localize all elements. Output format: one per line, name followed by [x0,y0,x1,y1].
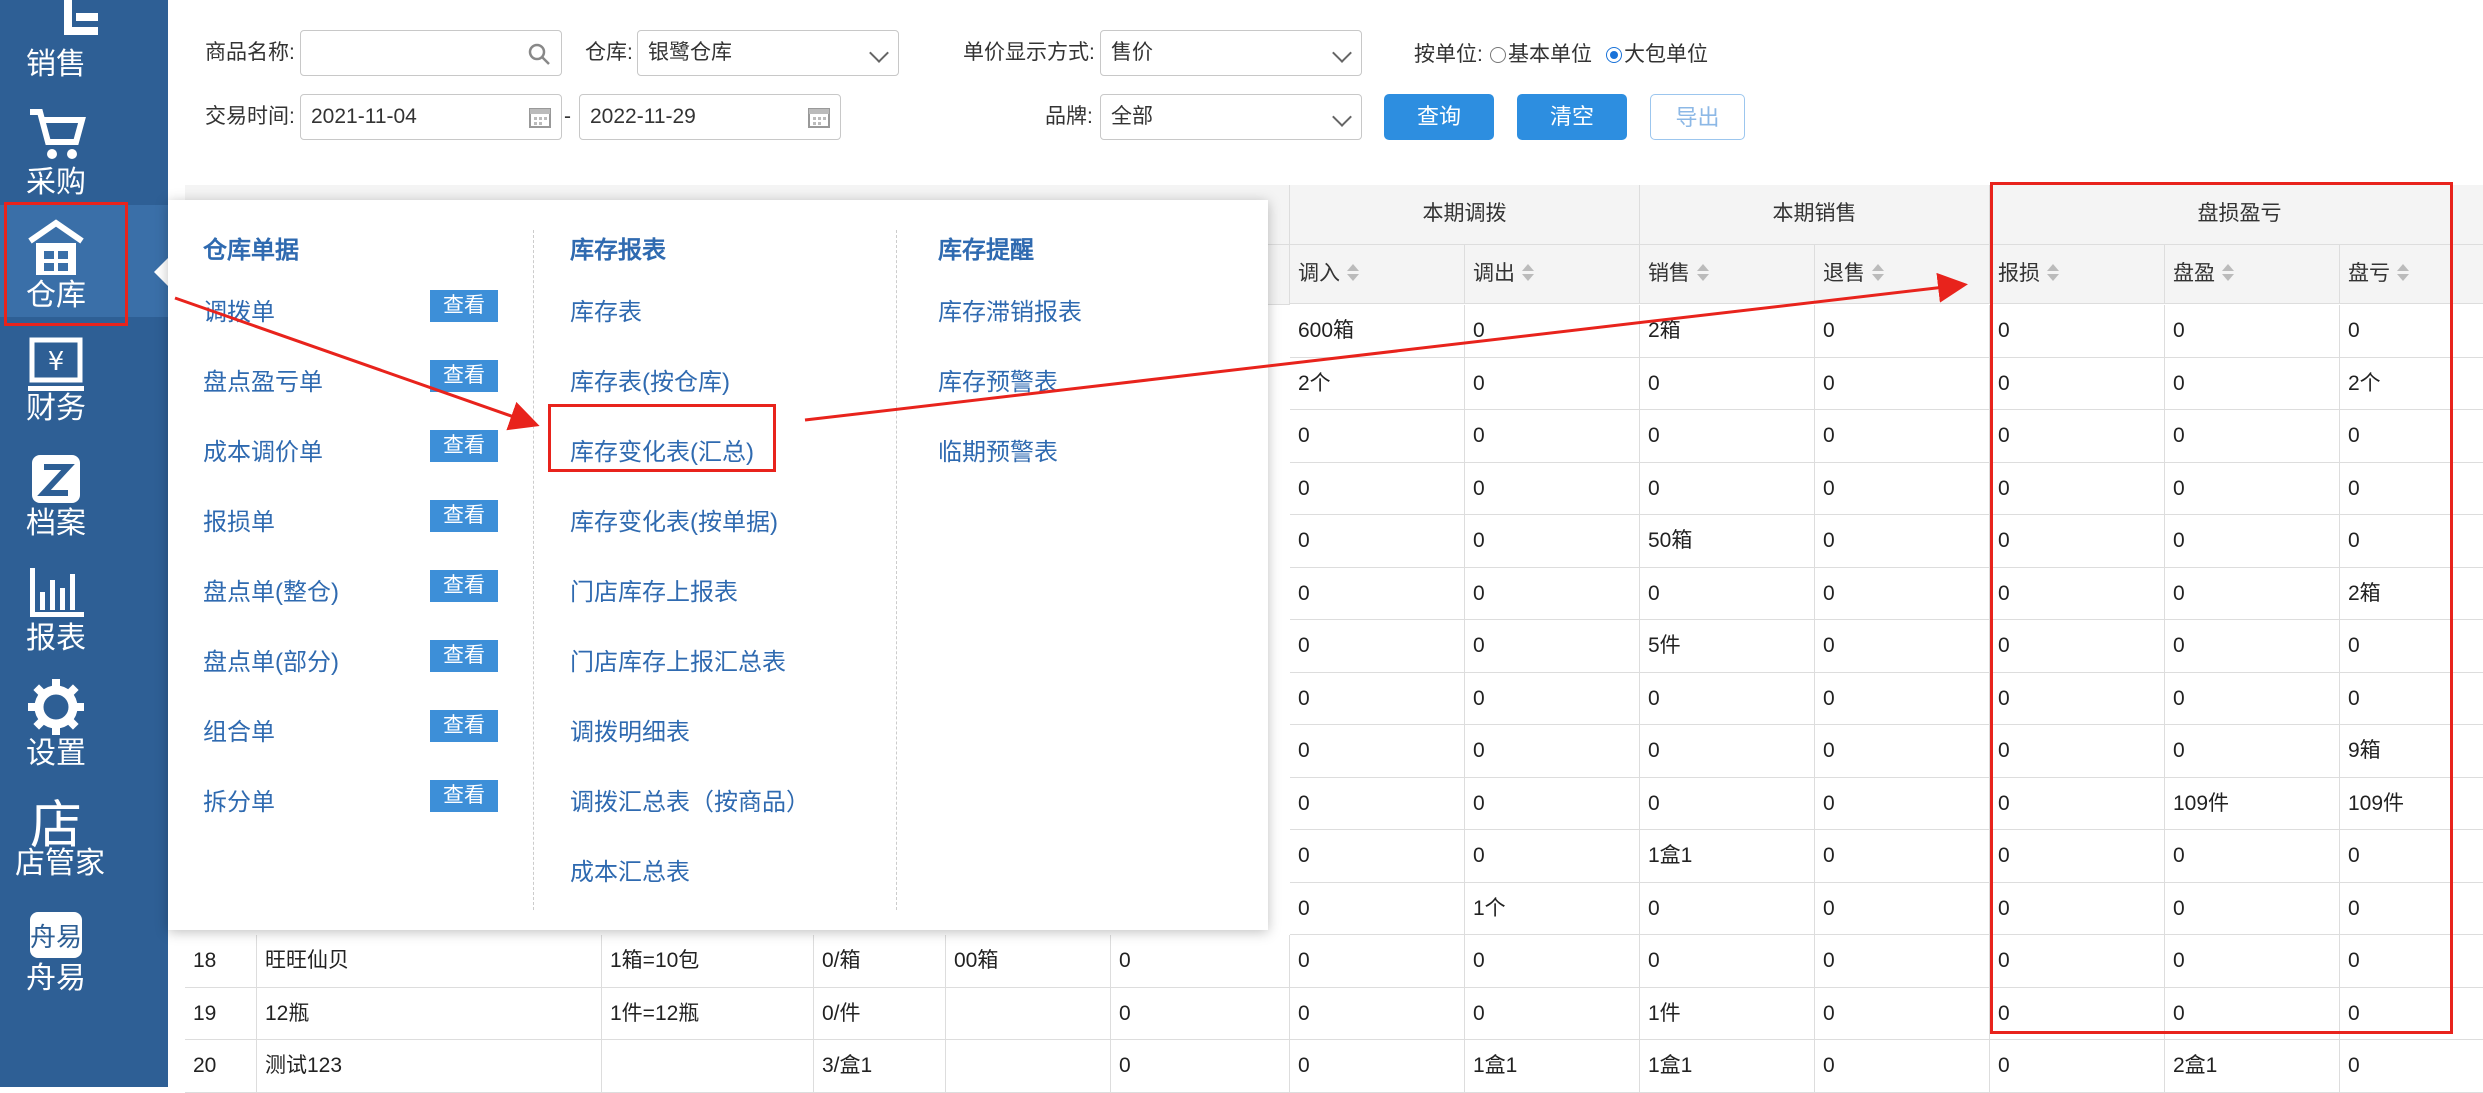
arrow-to-report [174,296,540,431]
annotation-arrows [174,272,1968,431]
arrow-to-columns [804,272,1968,422]
